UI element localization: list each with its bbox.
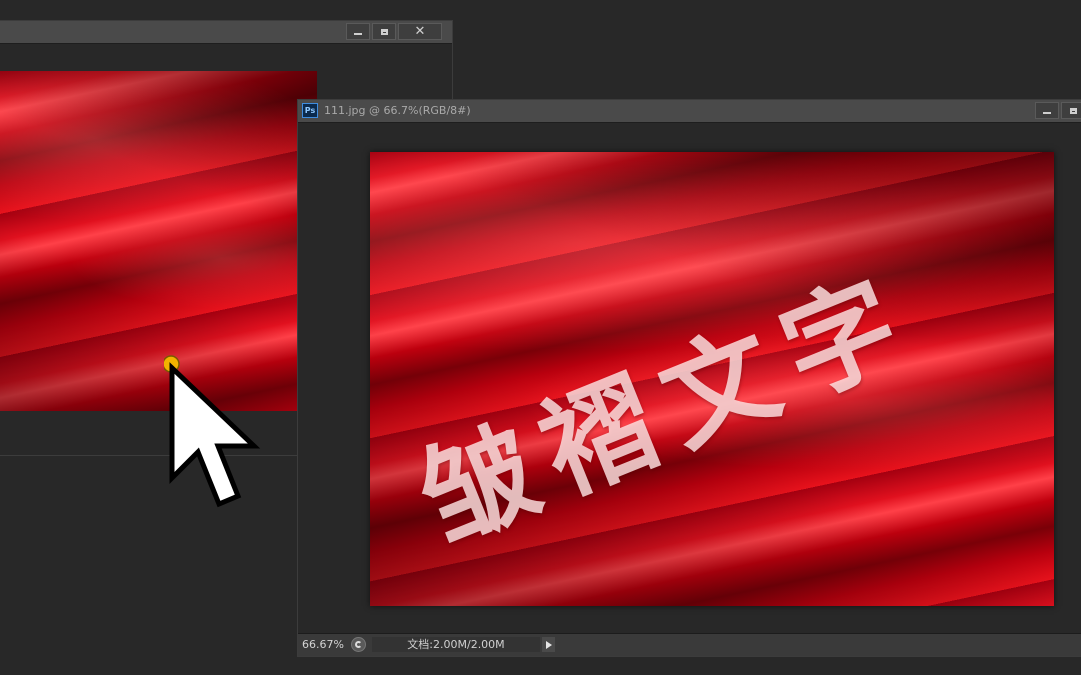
document-status-bar: 66.67% 文档:2.00M/2.00M: [298, 633, 1081, 656]
arrow-cursor-icon: [164, 355, 261, 508]
back-fabric-image[interactable]: [0, 71, 317, 411]
back-close-icon[interactable]: ✕: [398, 23, 442, 40]
document-size-info: 文档:2.00M/2.00M: [372, 637, 540, 652]
front-canvas-area[interactable]: 皱褶文字: [298, 123, 1081, 634]
play-triangle-icon[interactable]: [542, 637, 555, 652]
back-minimize-icon[interactable]: [346, 23, 370, 40]
document-title: 111.jpg @ 66.7%(RGB/8#): [324, 104, 471, 117]
red-silk-texture: [0, 71, 317, 411]
front-maximize-icon[interactable]: [1061, 102, 1081, 119]
front-document-window: Ps 111.jpg @ 66.7%(RGB/8#) 皱褶文字 66.67% 文…: [297, 99, 1081, 657]
back-window-titlebar[interactable]: ✕: [0, 21, 452, 44]
front-minimize-icon[interactable]: [1035, 102, 1059, 119]
zoom-level[interactable]: 66.67%: [302, 637, 346, 652]
front-window-titlebar[interactable]: Ps 111.jpg @ 66.7%(RGB/8#): [298, 100, 1081, 123]
back-maximize-icon[interactable]: [372, 23, 396, 40]
status-refresh-icon[interactable]: [351, 637, 366, 652]
photoshop-app-icon: Ps: [302, 103, 318, 118]
